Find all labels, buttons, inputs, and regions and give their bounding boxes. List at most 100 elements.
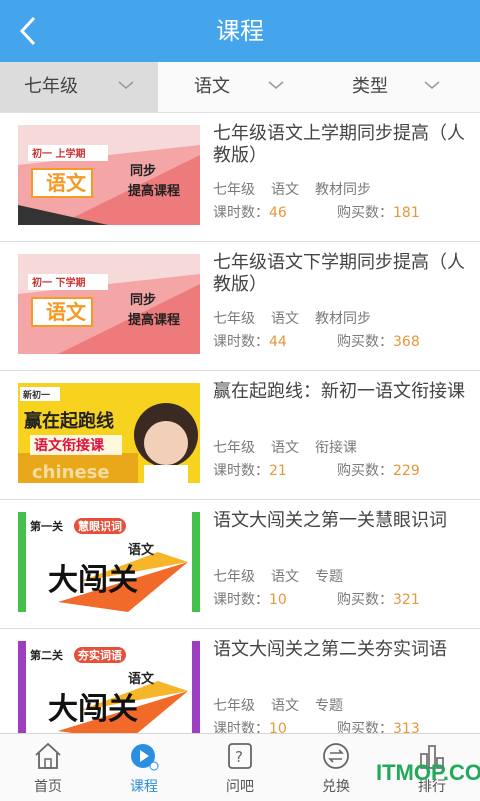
buyer-count-value: 368 [393,334,420,350]
course-row[interactable]: 新初一 赢在起跑线 语文衔接课 chinese 赢在起跑线：新初一语文衔接课 七… [0,371,480,500]
tag-grade: 七年级 [213,440,255,456]
chevron-down-icon [424,81,440,89]
thumb-big: 大闯关 [48,563,138,598]
filter-grade[interactable]: 七年级 [0,62,158,112]
thumb-headline: 赢在起跑线 [24,410,114,432]
header-bar: 课程 [0,0,480,62]
lesson-count: 课时数：10 [213,718,287,733]
thumb-tag: 慧眼识词 [78,519,122,533]
thumb-tag: 夯实词语 [77,648,122,662]
tab-exchange[interactable]: 兑换 [288,734,384,801]
filter-type[interactable]: 类型 [320,62,480,112]
buyer-count-label: 购买数： [337,334,393,350]
tab-home[interactable]: 首页 [0,734,96,801]
buyer-count: 购买数：313 [337,718,420,733]
thumb-badge: 初一 上学期 [32,147,85,160]
lesson-count-value: 44 [269,334,287,350]
thumb-badge: 初一 下学期 [32,276,85,289]
tag-subject: 语文 [271,311,299,327]
course-tags: 七年级 语文 专题 [213,695,359,715]
tag-grade: 七年级 [213,311,255,327]
course-thumbnail: 第一关 慧眼识词 语文 大闯关 [18,512,200,612]
buyer-count-value: 181 [393,205,420,221]
chevron-down-icon [118,81,134,89]
lesson-count-value: 10 [269,721,287,733]
tag-type: 专题 [315,569,343,585]
thumb-line1: 同步 [130,163,156,179]
lesson-count-label: 课时数： [213,721,269,733]
svg-text:?: ? [235,748,243,766]
exchange-icon [323,743,349,769]
question-icon: ? [228,743,252,769]
thumb-subject: 语文 [46,171,87,195]
chevron-down-icon [268,81,284,89]
course-thumbnail: 初一 下学期 语文 同步 提高课程 [18,254,200,354]
thumb-sub: 语文衔接课 [34,437,105,454]
thumb-subject: 语文 [46,300,87,324]
buyer-count-label: 购买数： [337,205,393,221]
tab-courses-label: 课程 [130,779,158,795]
thumb-big: 大闯关 [48,692,138,727]
thumb-level: 第二关 [30,648,63,662]
page-title: 课程 [216,17,264,45]
home-icon [35,742,61,769]
buyer-count: 购买数：229 [337,460,420,480]
buyer-count-label: 购买数： [337,463,393,479]
lesson-count-label: 课时数： [213,205,269,221]
course-tags: 七年级 语文 教材同步 [213,308,387,328]
thumb-badge: 新初一 [23,389,50,401]
tab-questions[interactable]: ? 问吧 [192,734,288,801]
course-thumbnail: 初一 上学期 语文 同步 提高课程 [18,125,200,225]
tag-type: 教材同步 [315,311,371,327]
course-title: 语文大闯关之第二关夯实词语 [213,639,447,660]
course-row[interactable]: 第二关 夯实词语 语文 大闯关 语文大闯关之第二关夯实词语 七年级 语文 专题 课时… [0,629,480,733]
lesson-count-value: 10 [269,592,287,608]
tag-type: 专题 [315,698,343,714]
tag-type: 教材同步 [315,182,371,198]
course-title: 七年级语文下学期同步提高（人教版） [213,252,465,295]
tab-questions-label: 问吧 [226,779,254,795]
tab-courses[interactable]: 课程 [96,734,192,801]
thumb-level: 第一关 [30,519,63,533]
tag-type: 衔接课 [315,440,357,456]
thumb-line2: 提高课程 [128,183,180,199]
tag-subject: 语文 [271,569,299,585]
watermark: ITMOP.COM [376,760,480,785]
tab-home-label: 首页 [34,779,62,795]
course-row[interactable]: 第一关 慧眼识词 语文 大闯关 语文大闯关之第一关慧眼识词 七年级 语文 专题 课时… [0,500,480,629]
course-title: 赢在起跑线：新初一语文衔接课 [213,381,465,402]
lesson-count-label: 课时数： [213,334,269,350]
lesson-count-value: 46 [269,205,287,221]
thumb-small: 语文 [128,671,155,687]
course-tags: 七年级 语文 衔接课 [213,437,373,457]
buyer-count-label: 购买数： [337,721,393,733]
filter-subject[interactable]: 语文 [158,62,320,112]
course-tags: 七年级 语文 教材同步 [213,179,387,199]
buyer-count-value: 321 [393,592,420,608]
course-tags: 七年级 语文 专题 [213,566,359,586]
lesson-count: 课时数：44 [213,331,287,351]
course-list: 初一 上学期 语文 同步 提高课程 七年级语文上学期同步提高（人教版） 七年级语… [0,113,480,733]
buyer-count-value: 229 [393,463,420,479]
course-title: 语文大闯关之第一关慧眼识词 [213,510,447,531]
tag-grade: 七年级 [213,698,255,714]
play-icon [131,744,159,771]
buyer-count-value: 313 [393,721,420,733]
tag-subject: 语文 [271,182,299,198]
buyer-count-label: 购买数： [337,592,393,608]
filter-type-label: 类型 [352,76,388,97]
lesson-count-value: 21 [269,463,287,479]
tag-grade: 七年级 [213,182,255,198]
course-thumbnail: 第二关 夯实词语 语文 大闯关 [18,641,200,733]
lesson-count: 课时数：46 [213,202,287,222]
course-row[interactable]: 初一 下学期 语文 同步 提高课程 七年级语文下学期同步提高（人教版） 七年级语… [0,242,480,371]
tag-subject: 语文 [271,440,299,456]
course-row[interactable]: 初一 上学期 语文 同步 提高课程 七年级语文上学期同步提高（人教版） 七年级语… [0,113,480,242]
filter-bar: 七年级 语文 类型 [0,62,480,113]
filter-grade-label: 七年级 [24,76,78,97]
thumb-line2: 提高课程 [128,312,180,328]
buyer-count: 购买数：181 [337,202,420,222]
tag-subject: 语文 [271,698,299,714]
filter-subject-label: 语文 [194,76,230,97]
thumb-eng: chinese [32,462,110,483]
